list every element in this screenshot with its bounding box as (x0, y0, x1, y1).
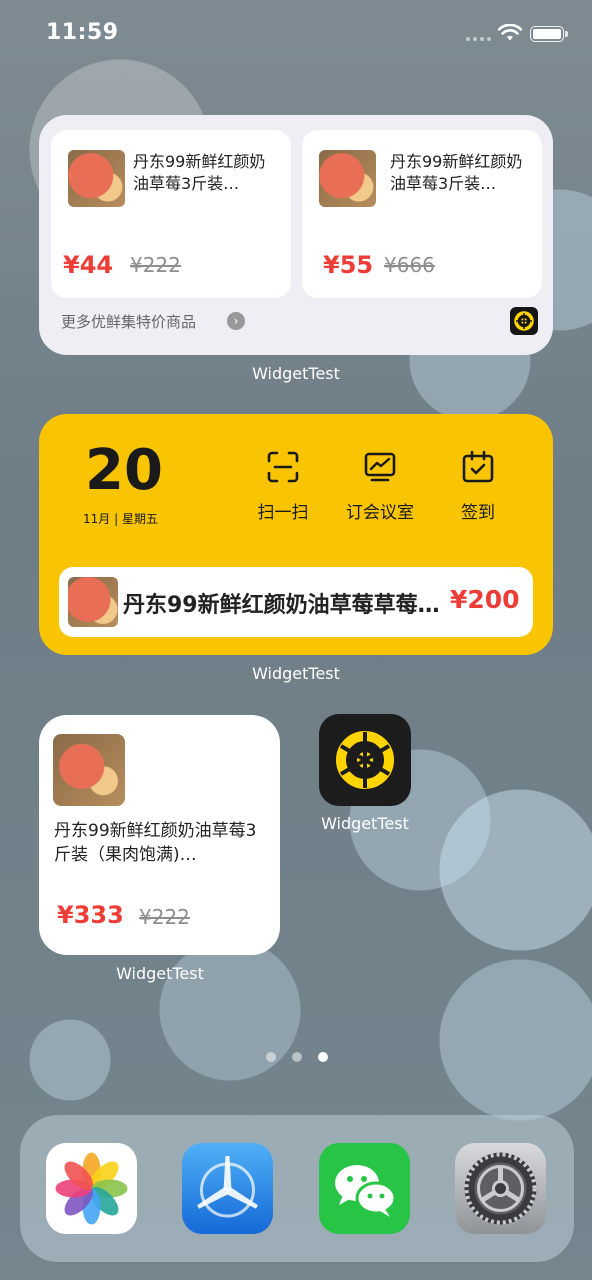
deal-price: ¥333 (57, 901, 124, 929)
scan-icon (267, 451, 299, 483)
more-deals-link[interactable]: 更多优鲜集特价商品 (61, 311, 196, 332)
status-time: 11:59 (46, 20, 119, 45)
deal-title: 丹东99新鲜红颜奶油草莓3斤装… (390, 152, 523, 193)
widgettest-app-icon[interactable] (319, 714, 411, 806)
deal-old-price: ¥222 (139, 905, 190, 929)
page-dot[interactable] (266, 1052, 276, 1062)
deal-old-price: ¥666 (384, 253, 435, 277)
featured-product-title: 丹东99新鲜红颜奶油草莓草莓3斤装 (123, 593, 443, 618)
widget-label: WidgetTest (252, 364, 340, 383)
strawberry-product-image (68, 150, 125, 207)
deal-title: 丹东99新鲜红颜奶油草莓3斤装（果肉饱满)… (54, 821, 257, 865)
featured-product-price: ¥200 (450, 585, 520, 614)
deal-old-price: ¥222 (130, 253, 181, 277)
scan-button[interactable]: 扫一扫 (228, 450, 338, 523)
page-dot-active[interactable] (318, 1052, 328, 1062)
wifi-icon (498, 24, 522, 41)
widget-label: WidgetTest (252, 664, 340, 683)
cellular-signal-icon (466, 37, 491, 41)
strawberry-product-image (319, 150, 376, 207)
chevron-right-icon[interactable]: › (227, 312, 245, 330)
app-label: WidgetTest (321, 814, 409, 833)
photos-icon[interactable] (46, 1143, 137, 1234)
page-indicator[interactable] (266, 1052, 328, 1062)
strawberry-product-image (68, 577, 118, 627)
deal-price: ¥44 (63, 251, 114, 279)
wechat-icon[interactable] (319, 1143, 410, 1234)
medium-deals-widget[interactable]: 丹东99新鲜红颜奶油草莓3斤装… ¥44 ¥222 丹东99新鲜红颜奶油草莓3斤… (39, 115, 553, 355)
status-bar: 11:59 (0, 0, 592, 70)
date-day: 20 (85, 438, 163, 503)
deal-price: ¥55 (323, 251, 374, 279)
deal-card[interactable]: 丹东99新鲜红颜奶油草莓3斤装… ¥55 ¥666 (302, 130, 542, 298)
settings-icon[interactable] (455, 1143, 546, 1234)
small-deal-widget[interactable]: 丹东99新鲜红颜奶油草莓3斤装（果肉饱满)… ¥333 ¥222 (39, 715, 280, 955)
calendar-check-icon (462, 450, 494, 483)
date-info: 11月 | 星期五 (83, 512, 158, 526)
dock (20, 1115, 574, 1262)
book-meeting-room-button[interactable]: 订会议室 (325, 450, 435, 523)
widget-label: WidgetTest (116, 964, 204, 983)
testflight-icon[interactable] (182, 1143, 273, 1234)
battery-icon (530, 26, 568, 42)
widgettest-app-icon (510, 307, 538, 335)
deal-card[interactable]: 丹东99新鲜红颜奶油草莓3斤装… ¥44 ¥222 (51, 130, 291, 298)
meeting-room-label: 订会议室 (346, 503, 414, 523)
meeting-room-icon (364, 452, 396, 482)
page-dot[interactable] (292, 1052, 302, 1062)
check-in-button[interactable]: 签到 (423, 450, 533, 523)
deal-title: 丹东99新鲜红颜奶油草莓3斤装… (133, 152, 266, 193)
strawberry-product-image (53, 734, 125, 806)
scan-label: 扫一扫 (257, 503, 309, 523)
check-in-label: 签到 (461, 503, 495, 523)
featured-product-bar[interactable]: 丹东99新鲜红颜奶油草莓草莓3斤装 ¥200 (59, 567, 533, 637)
office-tools-widget[interactable]: 20 11月 | 星期五 扫一扫 订会议室 签到 丹东99新鲜红颜奶油草莓草莓3… (39, 414, 553, 655)
